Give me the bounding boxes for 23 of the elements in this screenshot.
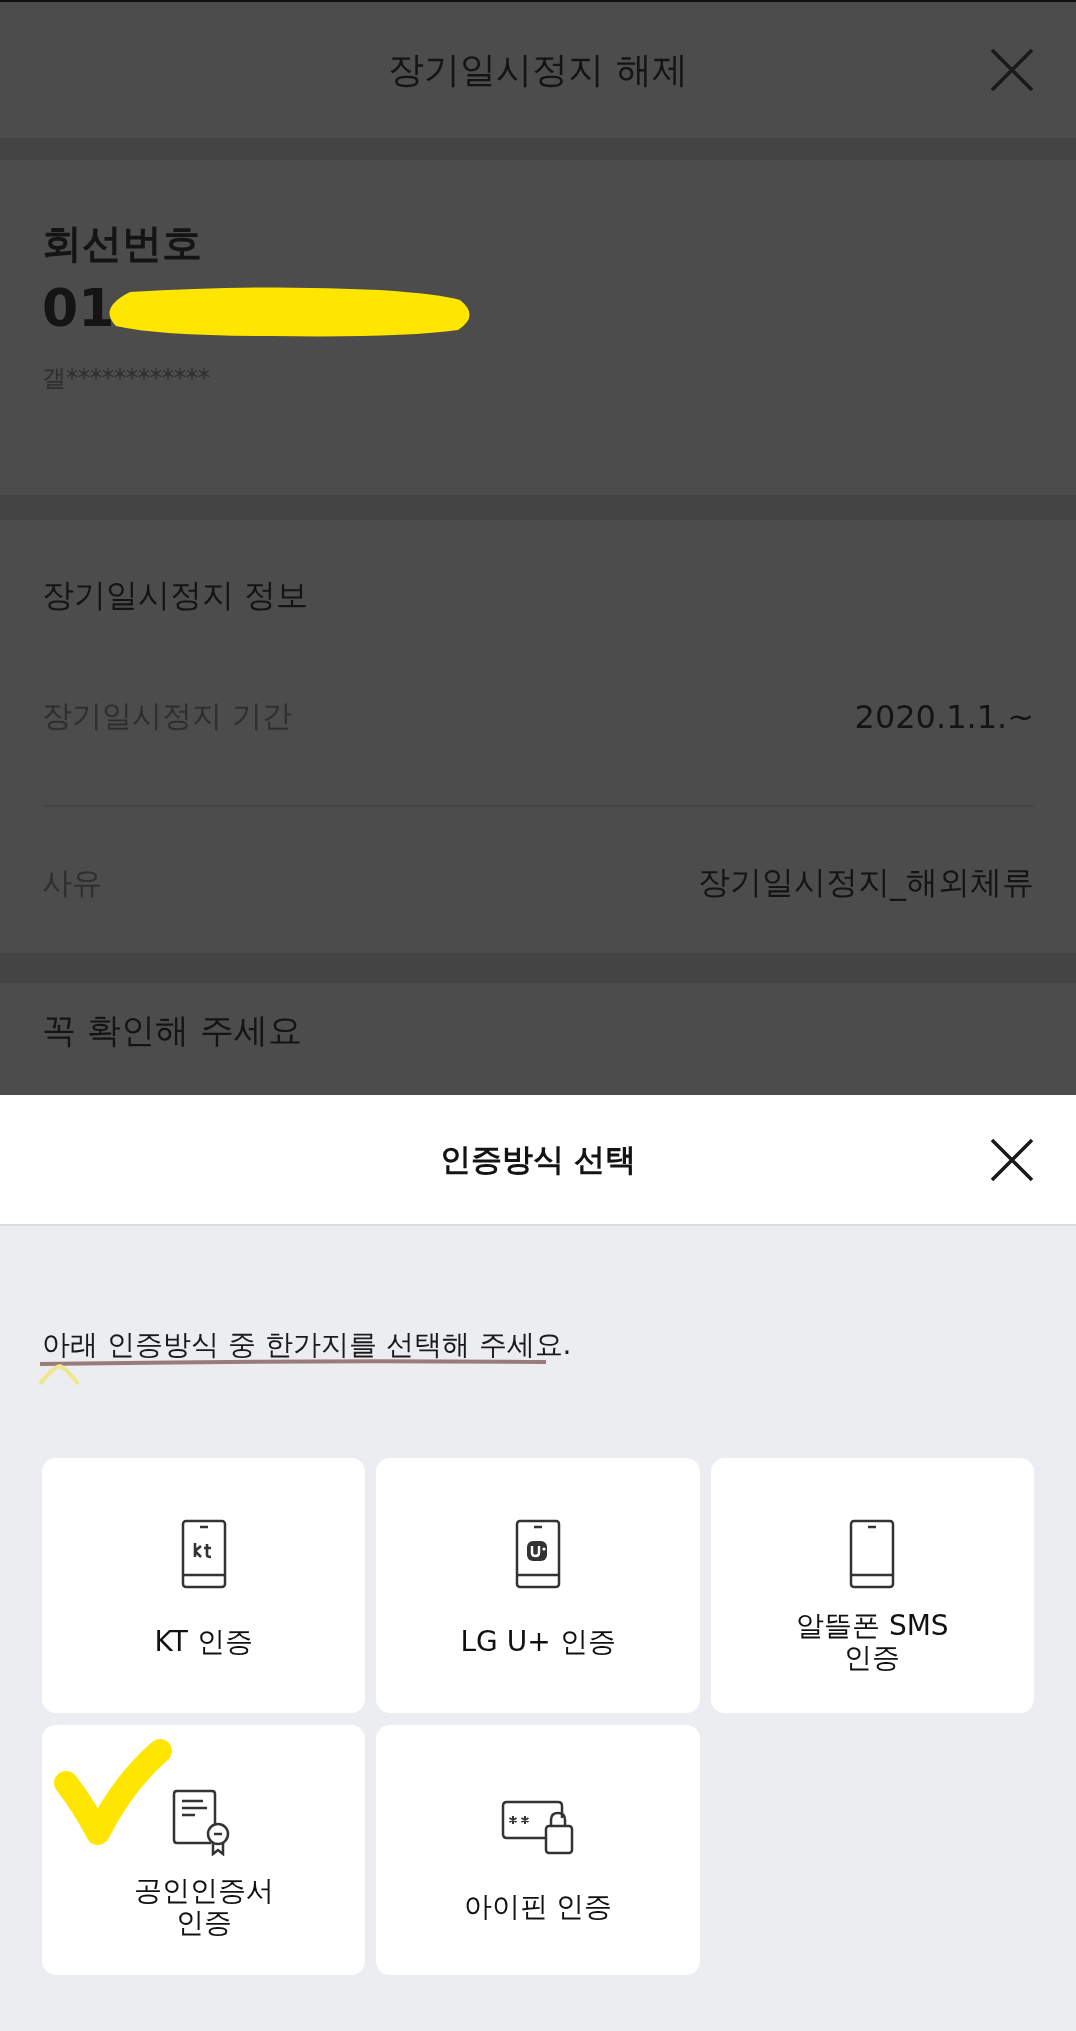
- info-value: 2020.1.1.~: [854, 697, 1034, 738]
- auth-option-card[interactable]: LG U+ 인증: [376, 1458, 700, 1713]
- auth-option-card[interactable]: 아이핀 인증: [376, 1725, 700, 1975]
- phone-icon: [179, 1519, 228, 1589]
- instruction-text: 아래 인증방식 중 한가지를 선택해 주세요.: [42, 1328, 572, 1361]
- info-title: 장기일시정지 정보: [42, 575, 310, 615]
- line-label: 회선번호: [42, 219, 203, 268]
- line-number: 01: [42, 278, 115, 338]
- password-lock-icon: [500, 1798, 576, 1856]
- option-label: KT 인증: [154, 1626, 253, 1658]
- option-label: 알뜰폰 SMS 인증: [796, 1610, 949, 1674]
- info-value: 장기일시정지_해외체류: [698, 862, 1034, 903]
- auth-option-card[interactable]: 공인인증서 인증: [42, 1725, 366, 1975]
- auth-option-card[interactable]: 알뜰폰 SMS 인증: [710, 1458, 1034, 1713]
- option-label: 아이핀 인증: [463, 1890, 613, 1923]
- phone-icon: [514, 1519, 562, 1589]
- phone-icon: [848, 1519, 897, 1589]
- sheet-title: 인증방식 선택: [439, 1140, 637, 1180]
- auth-option-card[interactable]: KT 인증: [42, 1458, 366, 1713]
- page-title: 장기일시정지 해제: [388, 48, 688, 92]
- option-label: LG U+ 인증: [460, 1626, 616, 1658]
- notice-title: 꼭 확인해 주세요: [42, 1010, 302, 1050]
- option-label: 공인인증서 인증: [133, 1874, 274, 1939]
